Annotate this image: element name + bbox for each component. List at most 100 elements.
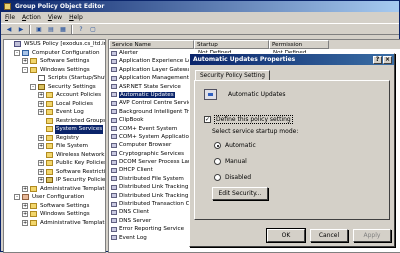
tree-node[interactable]: + Administrative Templates bbox=[4, 185, 105, 194]
tree-node[interactable]: - User Configuration bbox=[4, 193, 105, 202]
tree-node-label: User Configuration bbox=[32, 194, 85, 200]
collapse-icon[interactable]: - bbox=[30, 83, 36, 90]
define-policy-label: Define this policy setting bbox=[214, 115, 293, 124]
ok-button[interactable]: OK bbox=[266, 228, 306, 243]
collapse-icon[interactable]: - bbox=[14, 194, 20, 200]
expand-icon[interactable]: + bbox=[38, 109, 44, 115]
tree-node[interactable]: System Services bbox=[4, 125, 105, 134]
radio-manual[interactable]: Manual bbox=[214, 158, 247, 165]
expand-icon[interactable]: + bbox=[38, 92, 44, 98]
export-list-icon[interactable]: ▦ bbox=[58, 25, 68, 34]
tree-node[interactable]: + Registry bbox=[4, 134, 105, 143]
tree-node[interactable]: + Software Settings bbox=[4, 202, 105, 211]
expand-icon[interactable]: + bbox=[38, 177, 44, 183]
properties-dialog: Automatic Updates Properties ? × Securit… bbox=[189, 53, 395, 247]
tree-node[interactable]: + File System bbox=[4, 142, 105, 151]
column-header-startup[interactable]: Startup bbox=[194, 40, 269, 49]
service-name-cell: COM+ System Application bbox=[109, 133, 194, 141]
menu-view[interactable]: View bbox=[48, 12, 62, 23]
tree-node[interactable]: + Windows Settings bbox=[4, 210, 105, 219]
expand-icon[interactable]: + bbox=[22, 211, 28, 217]
help-icon[interactable]: ? bbox=[76, 25, 86, 34]
service-name-cell: DCOM Server Process Laun... bbox=[109, 158, 194, 166]
properties-icon[interactable]: ▢ bbox=[88, 25, 98, 34]
define-policy-checkbox[interactable]: ✓ bbox=[204, 116, 211, 123]
radio-manual-dot[interactable] bbox=[214, 158, 221, 165]
setting-name: Automatic Updates bbox=[228, 91, 286, 98]
service-name: Distributed Link Tracking Cli... bbox=[119, 184, 194, 191]
radio-automatic-dot[interactable] bbox=[214, 142, 221, 149]
tree-node[interactable]: + Software Restrictic bbox=[4, 168, 105, 177]
menu-help[interactable]: Help bbox=[69, 12, 83, 23]
service-icon bbox=[111, 209, 117, 215]
collapse-icon[interactable]: - bbox=[22, 66, 28, 73]
folder-icon bbox=[46, 92, 53, 98]
tab-panel: Automatic Updates ✓ Define this policy s… bbox=[194, 80, 390, 220]
column-header-permission[interactable]: Permission bbox=[269, 40, 329, 49]
console-tree[interactable]: WSUS Policy [exodus.cs_ltd.intran-Comput… bbox=[3, 39, 106, 253]
apply-button[interactable]: Apply bbox=[353, 229, 391, 242]
tree-node[interactable]: Wireless Network ( bbox=[4, 151, 105, 160]
expand-icon[interactable]: + bbox=[22, 58, 28, 64]
close-button[interactable]: × bbox=[383, 55, 392, 64]
service-icon bbox=[111, 92, 117, 98]
tree-node-label: IP Security Policies bbox=[56, 177, 106, 183]
column-header-service-name[interactable]: Service Name bbox=[109, 40, 194, 49]
tree-node[interactable]: - Windows Settings bbox=[4, 66, 105, 75]
tree-node[interactable]: + Account Policies bbox=[4, 91, 105, 100]
menu-action[interactable]: Action bbox=[22, 12, 41, 23]
tree-node[interactable]: Restricted Groups bbox=[4, 117, 105, 126]
service-icon bbox=[111, 67, 117, 73]
service-icon bbox=[111, 50, 117, 56]
folder-icon bbox=[30, 219, 37, 226]
service-icon bbox=[111, 134, 117, 140]
service-name-cell: Application Management bbox=[109, 74, 194, 82]
radio-automatic[interactable]: Automatic bbox=[214, 142, 256, 149]
service-icon bbox=[111, 126, 117, 132]
expand-icon[interactable]: + bbox=[38, 143, 44, 149]
tree-node[interactable]: + Local Policies bbox=[4, 100, 105, 109]
tree-node[interactable]: WSUS Policy [exodus.cs_ltd.intran bbox=[4, 40, 105, 49]
service-name: Cryptographic Services bbox=[119, 150, 185, 157]
radio-disabled-dot[interactable] bbox=[214, 174, 221, 181]
tree-node[interactable]: - Security Settings bbox=[4, 83, 105, 92]
tree-node[interactable]: + Event Log bbox=[4, 108, 105, 117]
tree-node[interactable]: - Computer Configuration bbox=[4, 49, 105, 58]
menu-file[interactable]: File bbox=[5, 12, 15, 23]
service-name: Application Management bbox=[119, 75, 189, 82]
tree-node-label: Public Key Policies bbox=[56, 160, 106, 166]
expand-icon[interactable]: + bbox=[38, 168, 44, 175]
expand-icon[interactable]: + bbox=[22, 219, 28, 226]
expand-icon[interactable]: + bbox=[38, 160, 44, 166]
service-icon bbox=[111, 84, 117, 90]
expand-icon[interactable]: + bbox=[38, 100, 44, 107]
forward-icon[interactable]: ▶ bbox=[16, 25, 26, 34]
expand-icon[interactable]: + bbox=[22, 185, 28, 192]
radio-disabled-label: Disabled bbox=[225, 174, 252, 181]
back-icon[interactable]: ◀ bbox=[4, 25, 14, 34]
edit-security-button[interactable]: Edit Security... bbox=[212, 187, 268, 200]
expand-icon[interactable]: + bbox=[38, 134, 44, 141]
tree-node[interactable]: + Software Settings bbox=[4, 57, 105, 66]
radio-disabled[interactable]: Disabled bbox=[214, 174, 251, 181]
tree-node[interactable]: + IP Security Policies bbox=[4, 176, 105, 185]
cancel-button[interactable]: Cancel bbox=[310, 229, 348, 242]
tree-node[interactable]: Scripts (Startup/Shutd bbox=[4, 74, 105, 83]
folder-icon bbox=[30, 211, 37, 217]
tree-node[interactable]: + Public Key Policies bbox=[4, 159, 105, 168]
list-header: Service Name Startup Permission bbox=[109, 40, 400, 49]
service-icon bbox=[111, 159, 117, 165]
define-policy-row[interactable]: ✓ Define this policy setting bbox=[204, 115, 293, 124]
service-name: Application Layer Gateway ... bbox=[119, 66, 194, 73]
up-folder-icon[interactable]: ▣ bbox=[34, 25, 44, 34]
service-icon bbox=[111, 58, 117, 64]
help-button[interactable]: ? bbox=[373, 55, 382, 64]
expand-icon[interactable]: + bbox=[22, 202, 28, 209]
tree-node[interactable]: + Administrative Templates bbox=[4, 219, 105, 228]
computer-icon bbox=[22, 49, 29, 56]
dialog-titlebar: Automatic Updates Properties ? × bbox=[190, 54, 394, 65]
service-icon bbox=[111, 142, 117, 148]
collapse-icon[interactable]: - bbox=[14, 49, 20, 56]
service-icon bbox=[111, 235, 117, 241]
show-tree-icon[interactable]: ▤ bbox=[46, 25, 56, 34]
